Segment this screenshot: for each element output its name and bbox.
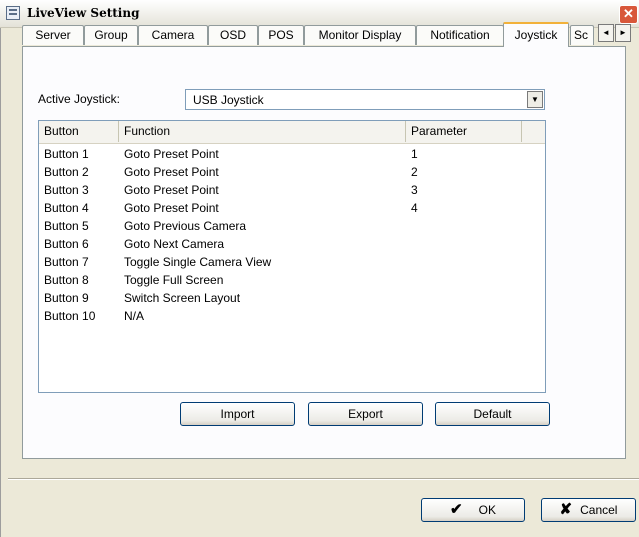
- table-row[interactable]: Button 7 Toggle Single Camera View: [39, 253, 545, 271]
- ok-button[interactable]: ✔ OK: [421, 498, 525, 522]
- table-row[interactable]: Button 6 Goto Next Camera: [39, 235, 545, 253]
- table-row[interactable]: Button 1 Goto Preset Point 1: [39, 145, 545, 163]
- x-icon: ✘: [559, 501, 573, 518]
- checkmark-icon: ✔: [450, 501, 463, 518]
- table-row[interactable]: Button 9 Switch Screen Layout: [39, 289, 545, 307]
- default-button[interactable]: Default: [435, 402, 550, 426]
- close-icon: ✕: [623, 6, 634, 21]
- joystick-button-table[interactable]: Button Function Parameter Button 1 Goto P…: [38, 120, 546, 393]
- cancel-button[interactable]: ✘ Cancel: [541, 498, 636, 522]
- table-row[interactable]: Button 10 N/A: [39, 307, 545, 325]
- tab-camera[interactable]: Camera: [138, 25, 208, 45]
- column-header-parameter[interactable]: Parameter: [406, 121, 522, 142]
- table-row[interactable]: Button 3 Goto Preset Point 3: [39, 181, 545, 199]
- cancel-label: Cancel: [580, 503, 618, 517]
- column-header-button[interactable]: Button: [39, 121, 119, 142]
- active-joystick-value: USB Joystick: [193, 93, 264, 107]
- tab-schedule-partial[interactable]: Sc: [570, 25, 594, 45]
- window-title: LiveView Setting: [27, 6, 140, 20]
- app-icon: [6, 6, 20, 20]
- tab-group[interactable]: Group: [84, 25, 138, 45]
- tab-scroll-right-button[interactable]: ►: [615, 24, 631, 42]
- column-header-function[interactable]: Function: [119, 121, 406, 142]
- tab-notification[interactable]: Notification: [416, 25, 504, 45]
- arrow-left-icon: ◄: [602, 28, 610, 37]
- tab-server[interactable]: Server: [22, 25, 84, 45]
- table-row[interactable]: Button 4 Goto Preset Point 4: [39, 199, 545, 217]
- ok-label: OK: [478, 503, 496, 517]
- tab-pos[interactable]: POS: [258, 25, 304, 45]
- import-button[interactable]: Import: [180, 402, 295, 426]
- chevron-down-icon[interactable]: ▼: [527, 91, 543, 108]
- column-header-filler: [522, 121, 545, 142]
- active-joystick-label: Active Joystick:: [38, 92, 121, 106]
- table-body: Button 1 Goto Preset Point 1 Button 2 Goto …: [39, 145, 545, 325]
- tab-monitor-display[interactable]: Monitor Display: [304, 25, 416, 45]
- tab-osd[interactable]: OSD: [208, 25, 258, 45]
- table-row[interactable]: Button 5 Goto Previous Camera: [39, 217, 545, 235]
- window-border: [0, 27, 1, 537]
- divider: [8, 478, 639, 480]
- arrow-right-icon: ►: [619, 28, 627, 37]
- table-header: Button Function Parameter: [39, 121, 545, 144]
- active-joystick-select[interactable]: USB Joystick ▼: [185, 89, 545, 110]
- tab-scroll-left-button[interactable]: ◄: [598, 24, 614, 42]
- table-row[interactable]: Button 2 Goto Preset Point 2: [39, 163, 545, 181]
- table-row[interactable]: Button 8 Toggle Full Screen: [39, 271, 545, 289]
- close-button[interactable]: ✕: [619, 5, 638, 24]
- export-button[interactable]: Export: [308, 402, 423, 426]
- tab-joystick[interactable]: Joystick: [503, 22, 569, 47]
